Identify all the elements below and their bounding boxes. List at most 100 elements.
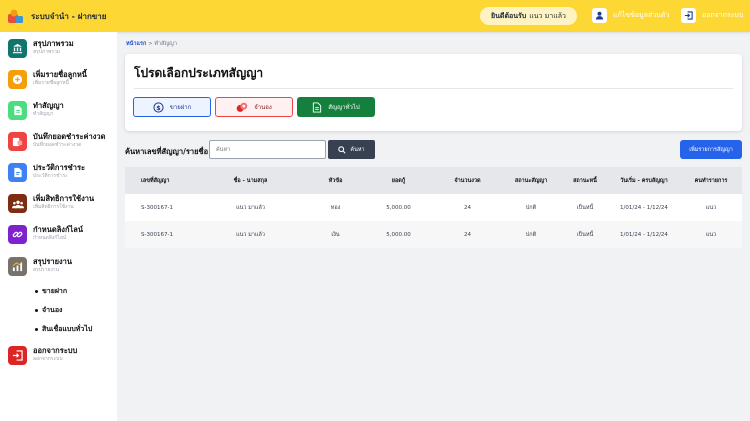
logo-icon bbox=[8, 9, 23, 23]
table-cell: เป็นหนี้ bbox=[576, 204, 594, 211]
contract-icon bbox=[313, 101, 322, 113]
bank-icon bbox=[8, 39, 27, 58]
sidebar-item-add-permission[interactable]: เพิ่มสิทธิการใช้งาน เพิ่มสิทธิการใช้งาน bbox=[8, 194, 94, 213]
table-cell: แนว bbox=[705, 231, 717, 238]
app-title: ระบบจำนำ - ฝากขาย bbox=[31, 12, 107, 21]
sidebar-subitem-general-loan[interactable]: สินเชื่อแบบทั่วไป bbox=[35, 324, 92, 335]
table-cell: ปกติ bbox=[525, 204, 537, 211]
bullet-icon bbox=[35, 328, 38, 331]
table-cell: แนว bbox=[705, 204, 717, 211]
consignment-type-button[interactable]: $ ขายฝาก bbox=[133, 97, 211, 117]
table-row[interactable]: S-300167-1 แนว มาแล้ว เงิน 5,000.00 24 ป… bbox=[125, 221, 742, 248]
contracts-table: เลขที่สัญญา ชื่อ - นามสกุล หัวข้อ ยอดกู้… bbox=[125, 167, 742, 248]
sidebar-item-line-link[interactable]: กำหนดลิงก์ไลน์ กำหนดลิงก์ไลน์ bbox=[8, 225, 83, 244]
sidebar-item-label: ประวัติการชำระ bbox=[33, 163, 86, 172]
sidebar-item-label: ทำสัญญา bbox=[33, 101, 64, 110]
payment-icon bbox=[8, 132, 27, 151]
logout-button[interactable]: ออกจากระบบ bbox=[681, 8, 743, 23]
sidebar-item-contract[interactable]: ทำสัญญา ทำสัญญา bbox=[8, 101, 64, 120]
breadcrumb-home-link[interactable]: หน้าแรก bbox=[126, 41, 146, 47]
contract-type-card: โปรดเลือกประเภทสัญญา $ ขายฝาก จำนอง สัญญ… bbox=[125, 54, 742, 131]
sidebar-item-sublabel: สรุปภาพรวม bbox=[33, 49, 61, 55]
page-title: โปรดเลือกประเภทสัญญา bbox=[134, 66, 264, 80]
add-contract-button[interactable]: เพิ่มรายการสัญญา bbox=[680, 140, 742, 159]
sidebar-item-sublabel: ทำสัญญา bbox=[33, 111, 54, 117]
table-cell: 5,000.00 bbox=[386, 204, 411, 211]
sidebar-subitem-consignment[interactable]: ขายฝาก bbox=[35, 286, 67, 297]
welcome-badge: ยินดีต้อนรับ แนว มาแล้ว bbox=[480, 7, 577, 25]
logout-icon bbox=[681, 8, 696, 23]
sidebar-item-label: เพิ่มรายชื่อลูกหนี้ bbox=[33, 70, 87, 79]
column-header: จำนวนงวด bbox=[454, 177, 481, 184]
top-bar: ระบบจำนำ - ฝากขาย ยินดีต้อนรับ แนว มาแล้… bbox=[0, 0, 750, 32]
sidebar-item-overview[interactable]: สรุปภาพรวม สรุปภาพรวม bbox=[8, 39, 74, 58]
column-header: วันเริ่ม - ครบสัญญา bbox=[620, 177, 668, 184]
sidebar-item-sublabel: เพิ่มรายชื่อลูกหนี้ bbox=[33, 80, 69, 86]
edit-profile-label: แก้ไขข้อมูลส่วนตัว bbox=[613, 11, 670, 19]
sidebar-item-sublabel: ออกจากระบบ bbox=[33, 356, 63, 362]
link-icon bbox=[8, 225, 27, 244]
table-cell: 5,000.00 bbox=[386, 231, 411, 238]
sidebar-subitem-label: ขายฝาก bbox=[42, 287, 68, 295]
sidebar-item-add-debtor[interactable]: เพิ่มรายชื่อลูกหนี้ เพิ่มรายชื่อลูกหนี้ bbox=[8, 70, 87, 89]
search-icon bbox=[338, 145, 346, 154]
sidebar-item-sublabel: บันทึกยอดชำระค่างวด bbox=[33, 142, 82, 148]
sidebar-item-label: เพิ่มสิทธิการใช้งาน bbox=[33, 194, 95, 203]
edit-profile-button[interactable]: แก้ไขข้อมูลส่วนตัว bbox=[592, 8, 669, 23]
sidebar-item-report[interactable]: สรุปรายงาน สรุปรายงาน bbox=[8, 257, 72, 276]
table-row[interactable]: S-300167-1 แนว มาแล้ว ทอง 5,000.00 24 ปก… bbox=[125, 194, 742, 221]
add-user-icon bbox=[8, 70, 27, 89]
logout-label: ออกจากระบบ bbox=[702, 11, 744, 19]
column-header: สถานะหนี้ bbox=[573, 177, 597, 184]
bullet-icon bbox=[35, 290, 38, 293]
table-cell: 1/01/24 - 1/12/24 bbox=[620, 204, 668, 211]
sidebar-item-sublabel: เพิ่มสิทธิการใช้งาน bbox=[33, 204, 74, 210]
breadcrumb: หน้าแรก > ทำสัญญา bbox=[126, 40, 177, 48]
sidebar-item-label: ออกจากระบบ bbox=[33, 346, 78, 355]
table-cell: ปกติ bbox=[525, 231, 537, 238]
sidebar-subitem-label: จำนอง bbox=[42, 306, 63, 314]
sidebar-item-sublabel: กำหนดลิงก์ไลน์ bbox=[33, 235, 67, 241]
user-icon bbox=[592, 8, 607, 23]
sidebar-item-label: สรุปรายงาน bbox=[33, 257, 73, 266]
sidebar-item-record-payment[interactable]: บันทึกยอดชำระค่างวด บันทึกยอดชำระค่างวด bbox=[8, 132, 105, 151]
sidebar-item-label: กำหนดลิงก์ไลน์ bbox=[33, 225, 83, 234]
sidebar-item-sublabel: สรุปรายงาน bbox=[33, 267, 60, 273]
sidebar-item-logout[interactable]: ออกจากระบบ ออกจากระบบ bbox=[8, 346, 77, 365]
sidebar-item-payment-history[interactable]: ประวัติการชำระ ประวัติการชำระ bbox=[8, 163, 85, 182]
sidebar-item-sublabel: ประวัติการชำระ bbox=[33, 173, 68, 179]
search-input[interactable] bbox=[209, 140, 326, 159]
dollar-icon: $ bbox=[153, 101, 164, 113]
history-icon bbox=[8, 163, 27, 182]
column-header: คนทำรายการ bbox=[694, 177, 728, 184]
document-icon bbox=[8, 101, 27, 120]
user-name: แนว มาแล้ว bbox=[529, 11, 566, 20]
mortgage-type-button[interactable]: จำนอง bbox=[215, 97, 293, 117]
column-header: เลขที่สัญญา bbox=[141, 177, 170, 184]
general-contract-type-label: สัญญาทั่วไป bbox=[328, 104, 360, 111]
table-cell: เป็นหนี้ bbox=[576, 231, 594, 238]
welcome-label: ยินดีต้อนรับ bbox=[491, 11, 527, 20]
sidebar: สรุปภาพรวม สรุปภาพรวม เพิ่มรายชื่อลูกหนี้… bbox=[0, 32, 117, 421]
svg-text:$: $ bbox=[156, 103, 161, 111]
table-cell: ทอง bbox=[330, 204, 341, 211]
table-cell: 24 bbox=[464, 204, 471, 211]
column-header: หัวข้อ bbox=[328, 177, 343, 184]
coins-icon bbox=[236, 102, 248, 112]
divider bbox=[134, 88, 733, 89]
sidebar-subitem-mortgage[interactable]: จำนอง bbox=[35, 305, 62, 316]
sidebar-subitem-label: สินเชื่อแบบทั่วไป bbox=[42, 325, 93, 333]
table-cell: 24 bbox=[464, 231, 471, 238]
table-cell: แนว มาแล้ว bbox=[236, 204, 265, 211]
table-cell: S-300167-1 bbox=[141, 204, 173, 211]
table-header-row: เลขที่สัญญา ชื่อ - นามสกุล หัวข้อ ยอดกู้… bbox=[125, 167, 742, 194]
breadcrumb-separator: > bbox=[148, 41, 153, 47]
users-icon bbox=[8, 194, 27, 213]
column-header: ยอดกู้ bbox=[391, 177, 406, 184]
table-cell: S-300167-1 bbox=[141, 231, 173, 238]
sidebar-item-label: สรุปภาพรวม bbox=[33, 39, 74, 48]
general-contract-type-button[interactable]: สัญญาทั่วไป bbox=[297, 97, 375, 117]
mortgage-type-label: จำนอง bbox=[254, 104, 272, 111]
consignment-type-label: ขายฝาก bbox=[169, 104, 192, 111]
search-button[interactable]: ค้นหา bbox=[328, 140, 375, 159]
